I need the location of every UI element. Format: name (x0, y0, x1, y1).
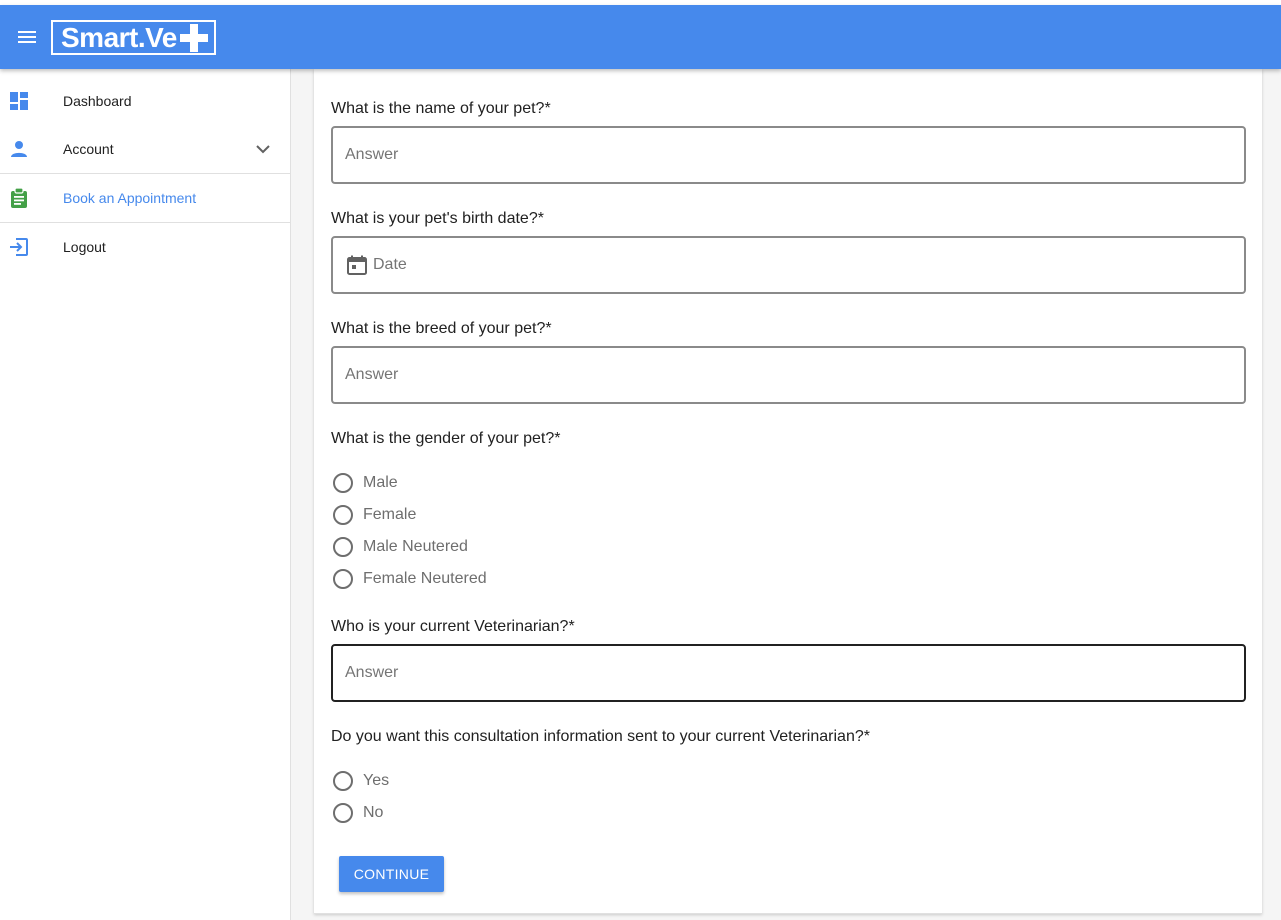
sidebar-item-account[interactable]: Account (0, 125, 290, 173)
birth-date-question: What is your pet's birth date?* (331, 210, 544, 227)
radio-label: Male Neutered (363, 538, 468, 555)
veterinarian-input[interactable] (333, 646, 1244, 700)
pet-name-field[interactable] (331, 126, 1246, 184)
sidebar-item-label: Account (63, 141, 114, 157)
clipboard-icon (11, 188, 27, 208)
radio-button[interactable] (333, 771, 353, 791)
app-logo: Smart.Ve (51, 20, 216, 55)
sidebar-item-label: Dashboard (63, 93, 132, 109)
gender-option-female[interactable]: Female (331, 503, 416, 527)
radio-label: Male (363, 474, 398, 491)
radio-button[interactable] (333, 473, 353, 493)
veterinarian-field[interactable] (331, 644, 1246, 702)
logo-text: Smart.Ve (61, 21, 177, 53)
radio-button[interactable] (333, 537, 353, 557)
radio-label: Female (363, 506, 417, 523)
gender-option-male-neutered[interactable]: Male Neutered (331, 535, 468, 559)
radio-button[interactable] (333, 803, 353, 823)
menu-icon[interactable] (14, 25, 40, 49)
logout-icon (10, 238, 28, 256)
logo-plus-icon (180, 24, 208, 52)
birth-date-input[interactable] (333, 238, 1244, 292)
send-info-question: Do you want this consultation informatio… (331, 728, 870, 745)
radio-label: Yes (363, 772, 390, 789)
pet-name-question: What is the name of your pet?* (331, 100, 551, 117)
radio-button[interactable] (333, 505, 353, 525)
continue-button[interactable]: CONTINUE (339, 856, 444, 892)
chevron-down-icon[interactable] (254, 140, 272, 158)
breed-field[interactable] (331, 346, 1246, 404)
radio-button[interactable] (333, 569, 353, 589)
app-bar: Smart.Ve (0, 5, 1281, 69)
radio-label: Female Neutered (363, 570, 487, 587)
breed-input[interactable] (333, 348, 1244, 402)
appointment-form-card: What is the name of your pet?* What is y… (314, 69, 1262, 914)
send-info-option-yes[interactable]: Yes (331, 769, 389, 793)
pet-name-input[interactable] (333, 128, 1244, 182)
sidebar-item-dashboard[interactable]: Dashboard (0, 77, 290, 125)
breed-question: What is the breed of your pet?* (331, 320, 552, 337)
radio-label: No (363, 804, 384, 821)
card-bottom-divider (314, 913, 1262, 914)
send-info-option-no[interactable]: No (331, 801, 383, 825)
dashboard-icon (10, 92, 28, 110)
sidebar-item-book-appointment[interactable]: Book an Appointment (0, 174, 290, 222)
gender-question: What is the gender of your pet?* (331, 430, 561, 447)
sidebar-item-logout[interactable]: Logout (0, 223, 290, 271)
sidebar-item-label: Logout (63, 239, 106, 255)
gender-option-female-neutered[interactable]: Female Neutered (331, 567, 487, 591)
sidebar-item-label: Book an Appointment (63, 190, 197, 206)
sidebar: Dashboard Account Book an Appointment Lo… (0, 69, 291, 920)
person-icon (11, 141, 27, 157)
veterinarian-question: Who is your current Veterinarian?* (331, 618, 575, 635)
birth-date-field[interactable] (331, 236, 1246, 294)
gender-option-male[interactable]: Male (331, 471, 398, 495)
calendar-icon (347, 255, 367, 275)
